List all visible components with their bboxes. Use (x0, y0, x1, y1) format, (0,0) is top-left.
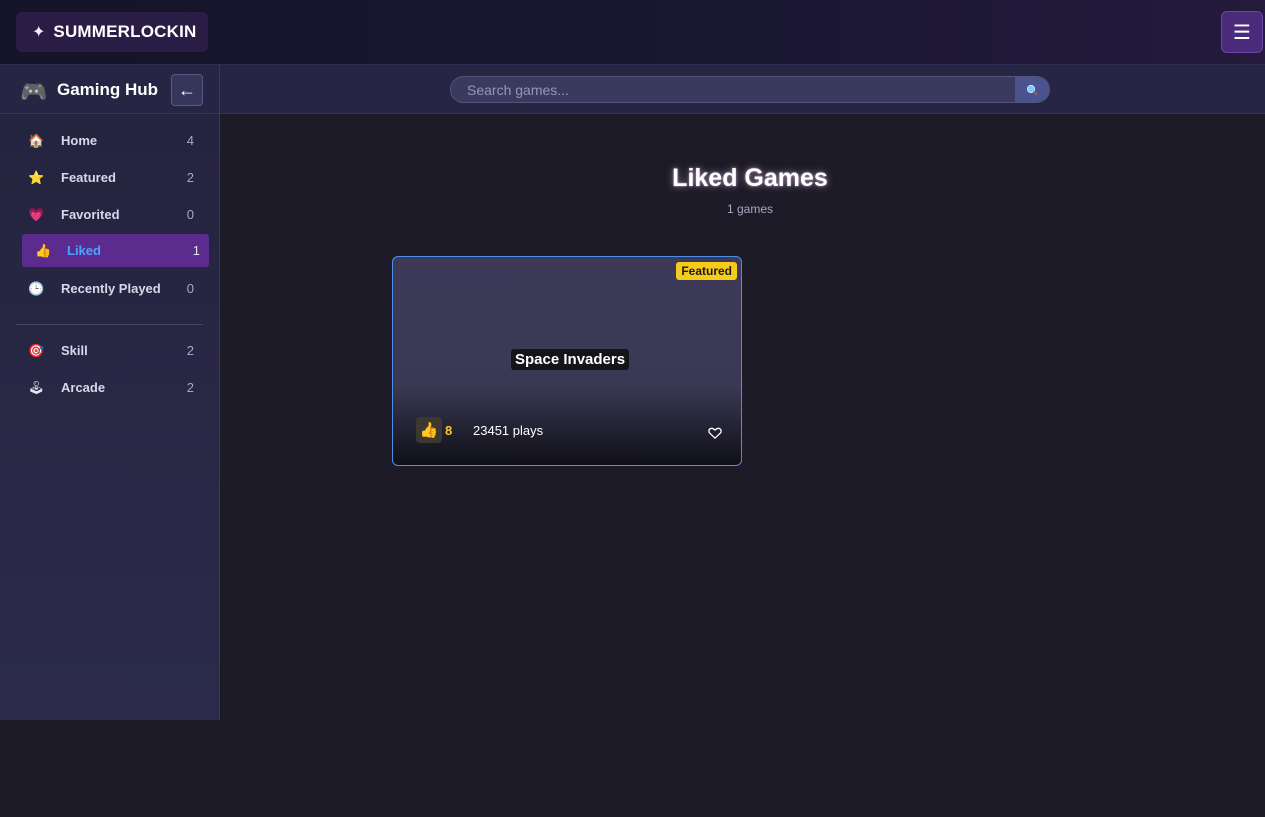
gamepad-icon: 🎮 (20, 79, 48, 104)
arrow-left-icon: ← (178, 79, 196, 100)
sparkle-icon: ✦ (32, 24, 46, 41)
sidebar-divider (16, 324, 203, 325)
sidebar-item-home[interactable]: 🏠 Home 4 (22, 124, 209, 157)
games-count: 1 games (726, 202, 774, 216)
top-bar: ✦ SUMMERLOCKIN ☰ (0, 0, 1265, 64)
sidebar-item-label: Liked (67, 243, 101, 258)
sidebar-item-label: Skill (61, 343, 88, 358)
sidebar: 🏠 Home 4 ⭐ Featured 2 💗 Favorited 0 👍 Li… (0, 114, 220, 720)
game-card[interactable]: Featured Space Invaders 👍 8 23451 plays (392, 256, 742, 466)
brand-logo[interactable]: ✦ SUMMERLOCKIN (16, 12, 208, 52)
hamburger-icon: ☰ (1233, 21, 1251, 44)
hub-header: 🎮 Gaming Hub ← (0, 65, 220, 115)
star-icon: ⭐ (28, 169, 45, 185)
search-icon (1026, 84, 1038, 96)
sidebar-item-count: 2 (186, 380, 194, 395)
sidebar-item-count: 1 (192, 243, 200, 258)
thumbs-up-icon: 👍 (419, 422, 439, 439)
sidebar-item-liked[interactable]: 👍 Liked 1 (22, 234, 209, 267)
sidebar-item-label: Arcade (61, 380, 106, 395)
sidebar-item-label: Favorited (61, 207, 120, 222)
brand-name: SUMMERLOCKIN (53, 22, 197, 41)
sidebar-item-count: 2 (186, 170, 194, 185)
search-button[interactable] (1015, 77, 1049, 102)
hub-title: Gaming Hub (57, 80, 159, 99)
menu-button[interactable]: ☰ (1221, 11, 1263, 53)
heart-icon[interactable] (708, 426, 722, 440)
sidebar-item-label: Featured (61, 170, 116, 185)
sidebar-item-arcade[interactable]: 🕹 Arcade 2 (22, 371, 209, 404)
sidebar-item-count: 0 (186, 281, 194, 296)
like-button[interactable]: 👍 (416, 417, 442, 443)
sidebar-item-recently-played[interactable]: 🕒 Recently Played 0 (22, 272, 209, 305)
like-count: 8 (445, 423, 453, 438)
play-count: 23451 plays (473, 423, 544, 438)
sidebar-item-count: 2 (186, 343, 194, 358)
joystick-icon: 🕹 (28, 379, 45, 395)
sidebar-item-skill[interactable]: 🎯 Skill 2 (22, 334, 209, 367)
target-icon: 🎯 (28, 342, 45, 358)
sidebar-item-favorited[interactable]: 💗 Favorited 0 (22, 198, 209, 231)
sidebar-item-count: 0 (186, 207, 194, 222)
search-input[interactable] (451, 77, 1016, 102)
sidebar-item-count: 4 (186, 133, 194, 148)
featured-badge: Featured (676, 262, 737, 280)
page-title: Liked Games (672, 164, 828, 192)
game-title: Space Invaders (511, 349, 630, 370)
search-bar (450, 76, 1050, 103)
sub-header: 🎮 Gaming Hub ← (0, 64, 1265, 115)
sidebar-item-label: Recently Played (61, 281, 161, 296)
thumbs-up-icon: 👍 (35, 242, 52, 258)
house-icon: 🏠 (28, 132, 45, 148)
sidebar-item-featured[interactable]: ⭐ Featured 2 (22, 161, 209, 194)
clock-icon: 🕒 (28, 280, 45, 296)
heart-icon: 💗 (28, 206, 45, 222)
sidebar-item-label: Home (61, 133, 98, 148)
collapse-sidebar-button[interactable]: ← (171, 74, 203, 106)
